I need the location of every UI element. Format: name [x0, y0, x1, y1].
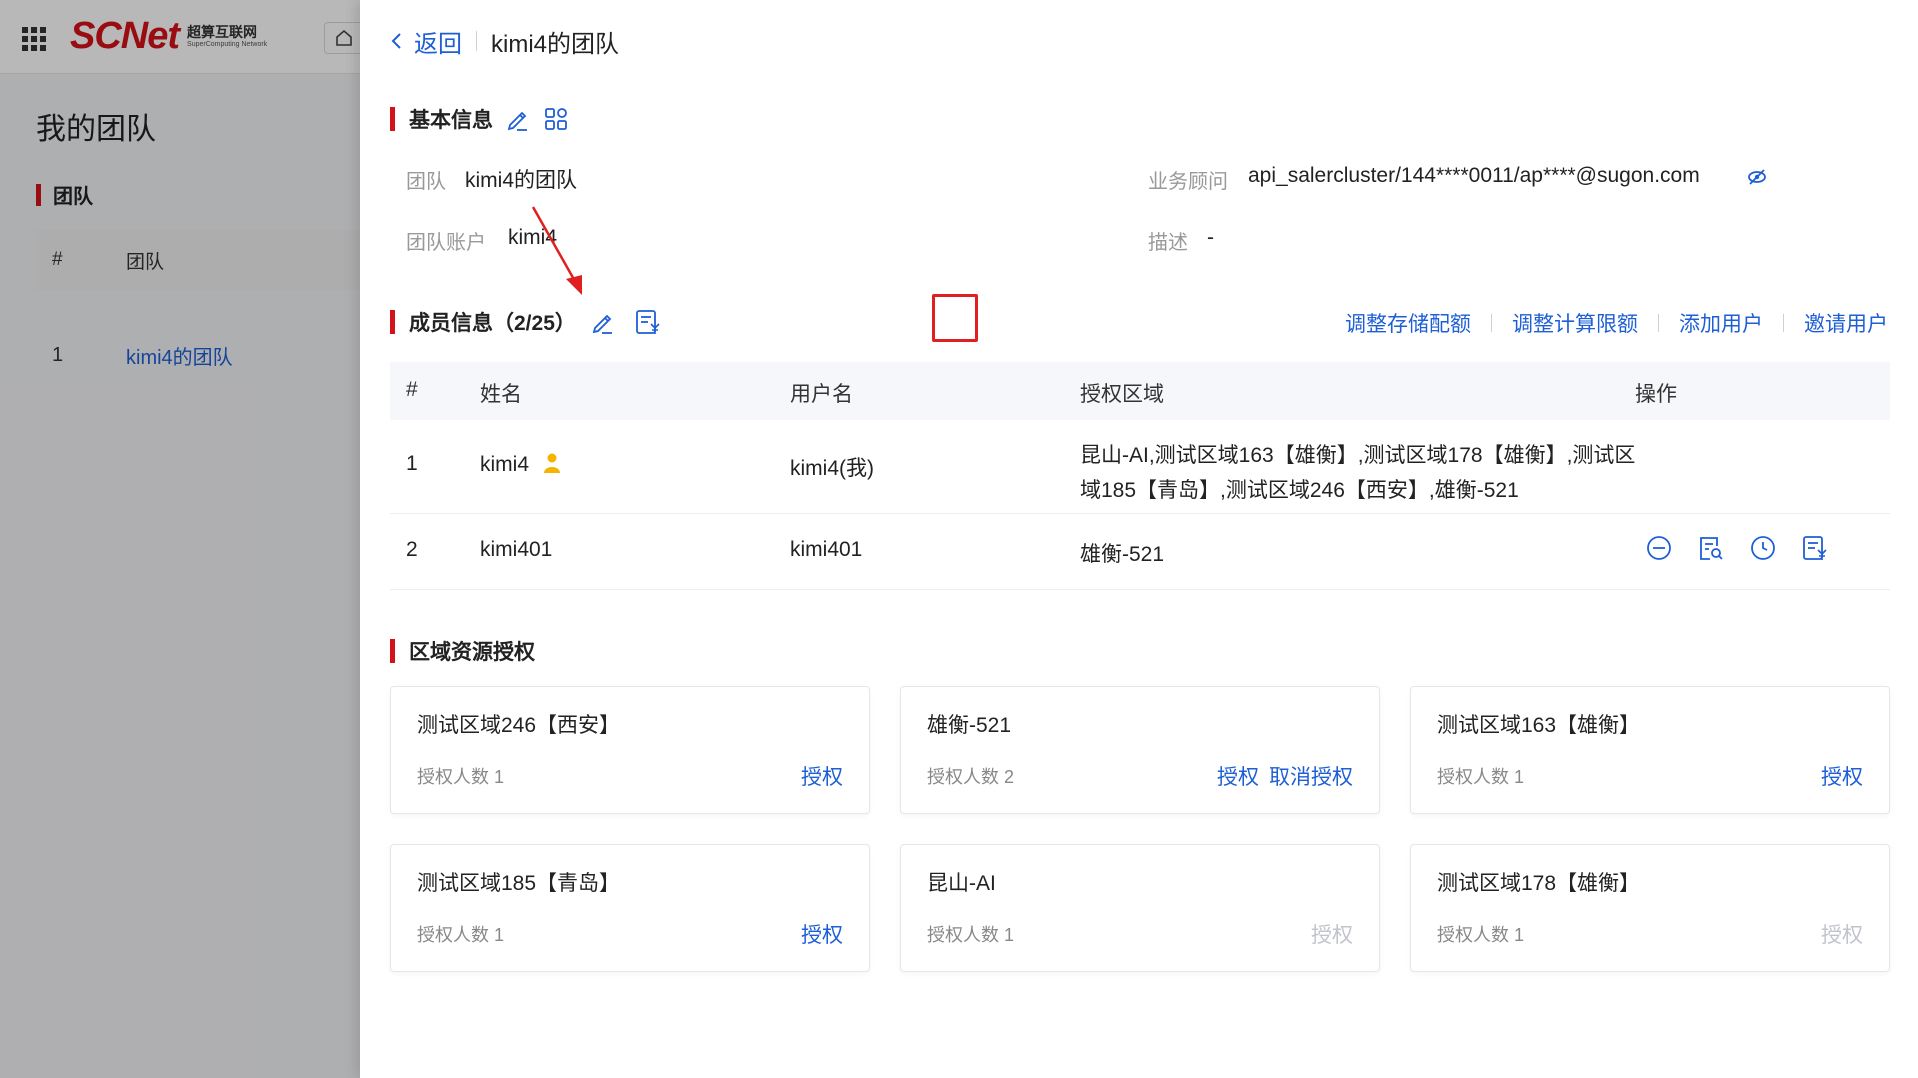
- back-button[interactable]: 返回: [390, 24, 462, 59]
- member-region: 雄衡-521: [1080, 543, 1165, 566]
- member-name: kimi401: [480, 538, 553, 561]
- invite-user-link[interactable]: 邀请用户: [1804, 308, 1888, 338]
- grant-link[interactable]: 授权: [801, 919, 843, 949]
- grant-link[interactable]: 授权: [801, 761, 843, 791]
- team-detail-drawer: 返回 kimi4的团队 基本信息 团队 kimi4的团队 团队账户 kimi4 …: [360, 0, 1918, 1078]
- grant-link[interactable]: 授权: [1821, 761, 1863, 791]
- team-label: 团队: [406, 171, 446, 193]
- time-limit-button[interactable]: [1749, 534, 1777, 562]
- member-region: 昆山-AI,测试区域163【雄衡】,测试区域178【雄衡】,测试区域185【青岛…: [1080, 444, 1636, 502]
- add-user-link[interactable]: 添加用户: [1679, 308, 1763, 338]
- quota-button[interactable]: [1801, 534, 1829, 562]
- members-title: 成员信息（2/25）: [390, 307, 662, 337]
- region-card: 测试区域178【雄衡】 授权人数 1 授权: [1410, 844, 1890, 972]
- team-value: kimi4的团队: [465, 169, 578, 192]
- document-yen-icon: [635, 310, 660, 334]
- region-name: 雄衡-521: [927, 714, 1012, 737]
- grant-link[interactable]: 授权: [1217, 761, 1259, 791]
- auth-count: 授权人数 1: [1437, 767, 1525, 787]
- member-name: kimi4: [480, 452, 561, 477]
- document-yen-icon: [1803, 536, 1827, 560]
- layout-button[interactable]: [543, 106, 569, 132]
- desc-label: 描述: [1148, 232, 1188, 254]
- auth-count: 授权人数 1: [417, 767, 505, 787]
- auth-count: 授权人数 1: [417, 925, 505, 945]
- annotation-arrow-icon: [531, 206, 582, 295]
- grid-layout-icon: [545, 108, 567, 130]
- region-auth-title: 区域资源授权: [390, 636, 535, 666]
- region-name: 测试区域246【西安】: [417, 714, 621, 737]
- grant-link-disabled: 授权: [1311, 924, 1353, 947]
- basic-info-title: 基本信息: [390, 104, 569, 134]
- table-row: 1 kimi4 kimi4(我) 昆山-AI,测试区域163【雄衡】,测试区域1…: [390, 420, 1890, 514]
- minus-circle-icon: [1647, 536, 1671, 560]
- clock-icon: [1751, 536, 1775, 560]
- desc-value: -: [1207, 226, 1214, 249]
- col-index-header: #: [406, 378, 418, 401]
- account-label: 团队账户: [406, 232, 486, 254]
- edit-members-button[interactable]: [590, 309, 616, 335]
- pencil-icon: [507, 111, 527, 131]
- grant-link-disabled: 授权: [1821, 924, 1863, 947]
- region-card: 测试区域163【雄衡】 授权人数 1 授权: [1410, 686, 1890, 814]
- drawer-header: 返回 kimi4的团队: [390, 24, 619, 58]
- region-card: 昆山-AI 授权人数 1 授权: [900, 844, 1380, 972]
- col-username-header: 用户名: [790, 383, 853, 406]
- drawer-title: kimi4的团队: [491, 30, 620, 58]
- col-region-header: 授权区域: [1080, 383, 1164, 406]
- region-card: 测试区域246【西安】 授权人数 1 授权: [390, 686, 870, 814]
- auth-count: 授权人数 1: [927, 925, 1015, 945]
- remove-member-button[interactable]: [1645, 534, 1673, 562]
- row-index: 1: [406, 452, 418, 475]
- auth-count: 授权人数 1: [1437, 925, 1525, 945]
- quota-doc-button[interactable]: [634, 308, 662, 336]
- view-detail-button[interactable]: [1697, 534, 1725, 562]
- members-table: # 姓名 用户名 授权区域 操作 1 kimi4 kimi4(我) 昆山-AI,…: [390, 362, 1890, 590]
- members-table-header: # 姓名 用户名 授权区域 操作: [390, 362, 1890, 420]
- document-search-icon: [1700, 537, 1723, 560]
- member-username: kimi4(我): [790, 457, 874, 480]
- highlight-box: [932, 294, 978, 342]
- region-card: 雄衡-521 授权人数 2 授权 取消授权: [900, 686, 1380, 814]
- region-card: 测试区域185【青岛】 授权人数 1 授权: [390, 844, 870, 972]
- table-row: 2 kimi401 kimi401 雄衡-521: [390, 514, 1890, 590]
- advisor-value: api_salercluster/144****0011/ap****@sugo…: [1248, 164, 1700, 187]
- row-index: 2: [406, 538, 418, 561]
- region-name: 测试区域163【雄衡】: [1437, 714, 1641, 737]
- region-name: 测试区域185【青岛】: [417, 872, 621, 895]
- revoke-link[interactable]: 取消授权: [1269, 761, 1353, 791]
- chevron-left-icon: [391, 33, 401, 49]
- admin-person-icon: [543, 453, 560, 473]
- auth-count: 授权人数 2: [927, 767, 1015, 787]
- adjust-storage-quota-link[interactable]: 调整存储配额: [1345, 308, 1471, 338]
- region-name: 测试区域178【雄衡】: [1437, 872, 1641, 895]
- row-operations: [1645, 534, 1853, 562]
- region-name: 昆山-AI: [927, 872, 996, 895]
- adjust-compute-limit-link[interactable]: 调整计算限额: [1512, 308, 1638, 338]
- member-username: kimi401: [790, 538, 863, 561]
- col-op-header: 操作: [1635, 383, 1677, 406]
- edit-basic-button[interactable]: [505, 106, 531, 132]
- pencil-icon: [592, 314, 612, 334]
- col-name-header: 姓名: [480, 383, 522, 406]
- member-actions: 调整存储配额 调整计算限额 添加用户 邀请用户: [1345, 308, 1888, 338]
- eye-toggle-icon[interactable]: [1746, 166, 1768, 193]
- advisor-label: 业务顾问: [1148, 171, 1228, 193]
